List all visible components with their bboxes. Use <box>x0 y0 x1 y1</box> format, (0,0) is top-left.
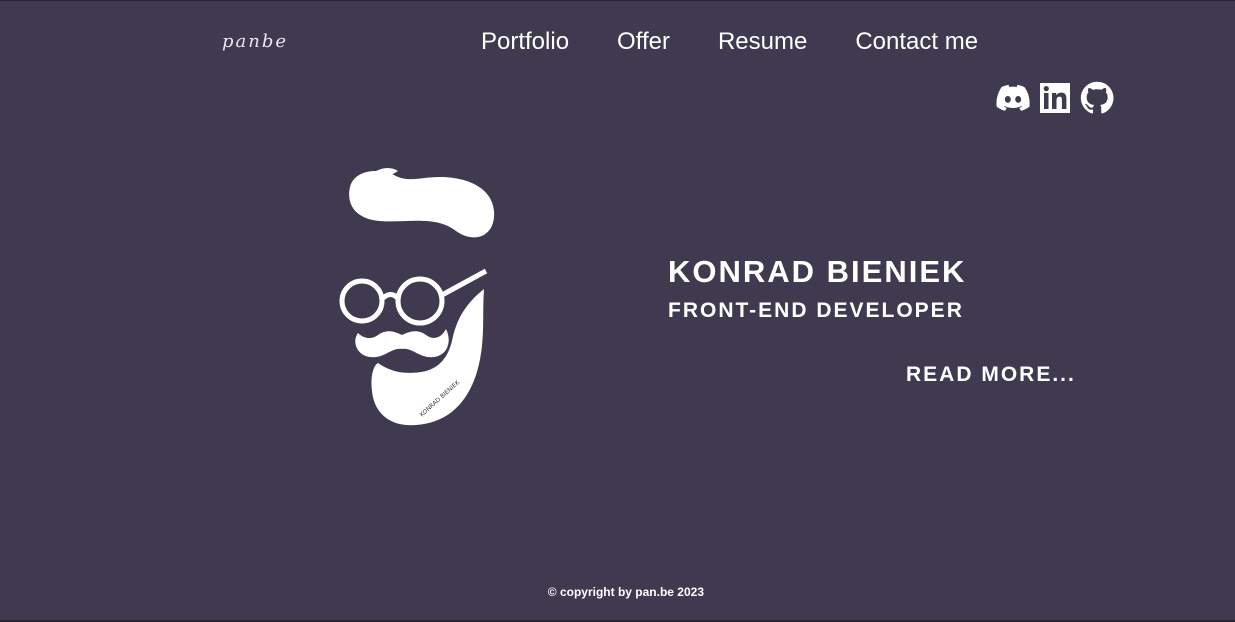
nav-portfolio[interactable]: Portfolio <box>481 28 569 56</box>
footer-copyright: © copyright by pan.be 2023 <box>547 585 704 599</box>
hero-role: FRONT-END DEVELOPER <box>668 299 964 322</box>
logo-link[interactable]: panbe <box>222 31 288 52</box>
avatar-illustration: KONRAD BIENIEK <box>336 165 500 427</box>
hair-shape <box>349 171 495 238</box>
social-links <box>996 81 1122 115</box>
mustache-shape <box>355 329 449 358</box>
discord-icon[interactable] <box>996 81 1030 115</box>
nav-offer[interactable]: Offer <box>617 28 670 56</box>
github-icon[interactable] <box>1080 81 1114 115</box>
nav-contact[interactable]: Contact me <box>855 28 978 56</box>
read-more-link[interactable]: READ MORE... <box>906 363 1076 387</box>
nav-resume[interactable]: Resume <box>718 28 807 56</box>
linkedin-icon[interactable] <box>1038 81 1072 115</box>
main-nav: Portfolio Offer Resume Contact me <box>481 28 1026 56</box>
hero-name: KONRAD BIENIEK <box>668 254 967 289</box>
